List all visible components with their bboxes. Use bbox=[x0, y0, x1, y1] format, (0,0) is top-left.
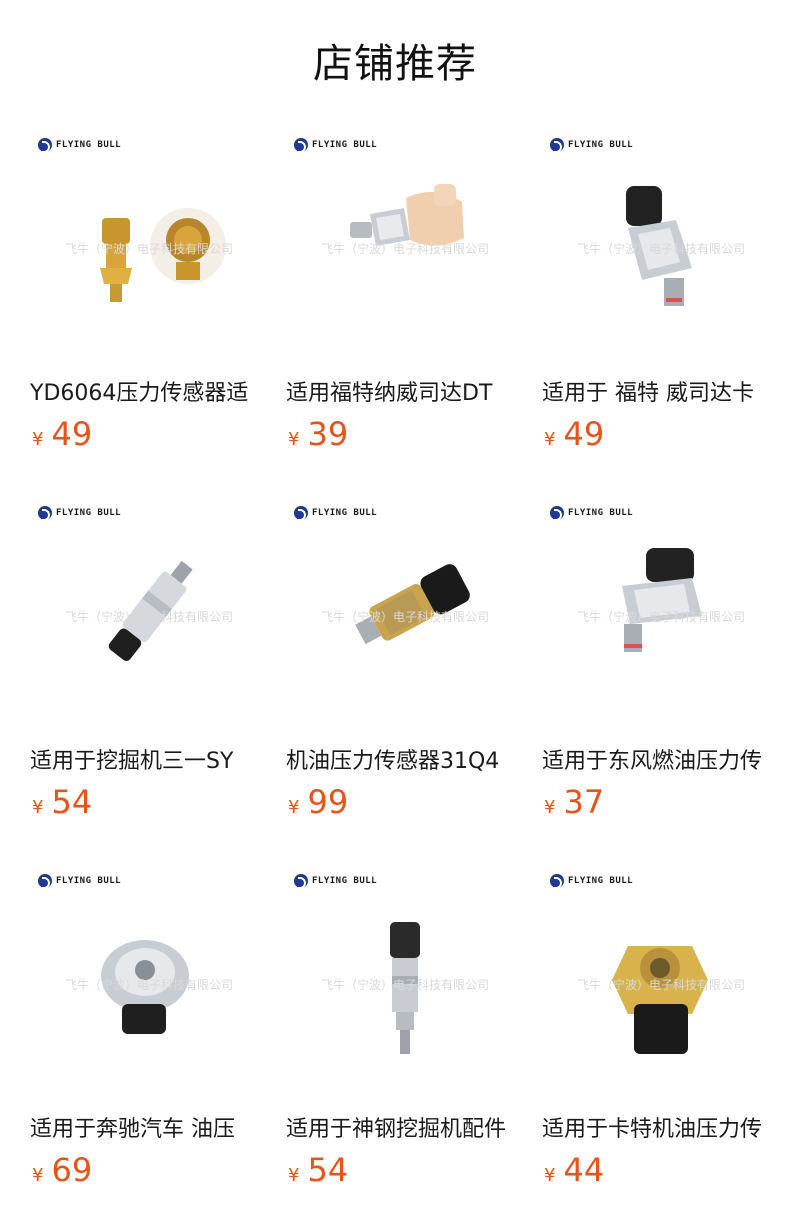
product-name[interactable]: 适用于 福特 威司达卡 bbox=[542, 378, 780, 410]
product-name[interactable]: 适用于奔驰汽车 油压 bbox=[30, 1114, 268, 1146]
product-card[interactable]: FLYING BULL 飞牛（宁波）电子科技有限公司 适用于 福特 威司达卡 ¥… bbox=[542, 128, 780, 468]
product-card[interactable]: FLYING BULL 飞牛（宁波）电子科技有限公司 适用于东风燃油压力传 ¥3… bbox=[542, 496, 780, 836]
product-price: ¥49 bbox=[544, 415, 605, 453]
product-card[interactable]: FLYING BULL 飞牛（宁波）电子科技有限公司 适用于神钢挖掘机配件 ¥5… bbox=[286, 864, 524, 1204]
product-name[interactable]: 适用于神钢挖掘机配件 bbox=[286, 1114, 524, 1146]
product-card[interactable]: FLYING BULL 飞牛（宁波）电子科技有限公司 适用于挖掘机三一SY ¥5… bbox=[30, 496, 268, 836]
product-card[interactable]: FLYING BULL 飞牛（宁波）电子科技有限公司 适用于卡特机油压力传 ¥4… bbox=[542, 864, 780, 1204]
product-image[interactable]: FLYING BULL 飞牛（宁波）电子科技有限公司 bbox=[286, 128, 524, 366]
product-name[interactable]: YD6064压力传感器适 bbox=[30, 378, 268, 410]
product-image[interactable]: FLYING BULL 飞牛（宁波）电子科技有限公司 bbox=[542, 128, 780, 366]
product-price: ¥99 bbox=[288, 783, 349, 821]
product-price: ¥49 bbox=[32, 415, 93, 453]
product-name[interactable]: 机油压力传感器31Q4 bbox=[286, 746, 524, 778]
product-image[interactable]: FLYING BULL 飞牛（宁波）电子科技有限公司 bbox=[30, 496, 268, 734]
product-card[interactable]: FLYING BULL 飞牛（宁波）电子科技有限公司 适用福特纳威司达DT ¥3… bbox=[286, 128, 524, 468]
product-name[interactable]: 适用于东风燃油压力传 bbox=[542, 746, 780, 778]
product-image[interactable]: FLYING BULL 飞牛（宁波）电子科技有限公司 bbox=[30, 864, 268, 1102]
product-card[interactable]: FLYING BULL 飞牛（宁波）电子科技有限公司 机油压力传感器31Q4 ¥… bbox=[286, 496, 524, 836]
product-price: ¥69 bbox=[32, 1151, 93, 1189]
product-price: ¥39 bbox=[288, 415, 349, 453]
product-image[interactable]: FLYING BULL 飞牛（宁波）电子科技有限公司 bbox=[542, 496, 780, 734]
product-name[interactable]: 适用于卡特机油压力传 bbox=[542, 1114, 780, 1146]
product-price: ¥54 bbox=[288, 1151, 349, 1189]
product-card[interactable]: FLYING BULL 飞牛（宁波）电子科技有限公司 适用于奔驰汽车 油压 ¥6… bbox=[30, 864, 268, 1204]
product-price: ¥37 bbox=[544, 783, 605, 821]
product-card[interactable]: FLYING BULL 飞牛（宁波）电子科技有限公司 YD6064压力传感器适 … bbox=[30, 128, 268, 468]
product-image[interactable]: FLYING BULL 飞牛（宁波）电子科技有限公司 bbox=[286, 864, 524, 1102]
page-title: 店铺推荐 bbox=[313, 41, 477, 87]
product-price: ¥54 bbox=[32, 783, 93, 821]
product-image[interactable]: FLYING BULL 飞牛（宁波）电子科技有限公司 bbox=[30, 128, 268, 366]
product-name[interactable]: 适用福特纳威司达DT bbox=[286, 378, 524, 410]
product-image[interactable]: FLYING BULL 飞牛（宁波）电子科技有限公司 bbox=[286, 496, 524, 734]
product-name[interactable]: 适用于挖掘机三一SY bbox=[30, 746, 268, 778]
product-image[interactable]: FLYING BULL 飞牛（宁波）电子科技有限公司 bbox=[542, 864, 780, 1102]
product-price: ¥44 bbox=[544, 1151, 605, 1189]
